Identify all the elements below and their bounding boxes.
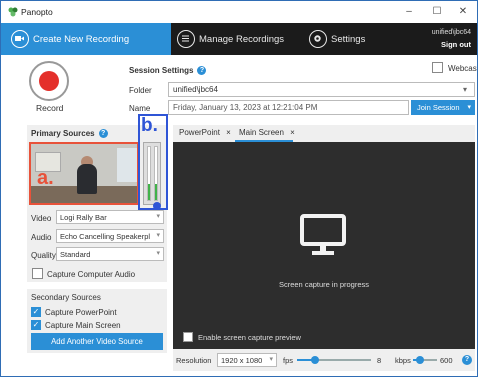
capture-main-screen-label: Capture Main Screen xyxy=(45,321,121,330)
fps-value: 8 xyxy=(377,356,382,365)
capture-main-screen-checkbox[interactable]: ✓ xyxy=(31,320,41,330)
add-video-source-button[interactable]: Add Another Video Source xyxy=(31,333,163,350)
tab-main-screen-label: Main Screen xyxy=(239,128,284,137)
folder-select[interactable]: unified\jbc64 ▾ xyxy=(168,82,475,97)
chevron-down-icon[interactable]: ▾ xyxy=(459,83,471,96)
preview-tabs: PowerPoint × Main Screen × xyxy=(173,125,475,142)
tab-main-screen[interactable]: Main Screen × xyxy=(239,128,295,137)
kbps-label: kbps xyxy=(395,356,411,365)
primary-sources-label: Primary Sources xyxy=(31,129,95,138)
fps-slider-thumb[interactable] xyxy=(311,356,319,364)
preview-window xyxy=(117,148,137,182)
sign-out-link[interactable]: Sign out xyxy=(441,40,471,49)
capture-status: Screen capture in progress xyxy=(278,280,370,289)
session-name-value: Friday, January 13, 2023 at 12:21:04 PM xyxy=(173,103,318,112)
close-icon[interactable]: × xyxy=(226,128,231,137)
nav-bar: Create New Recording Manage Recordings S… xyxy=(1,23,477,55)
folder-label: Folder xyxy=(129,86,152,95)
quality-label: Quality xyxy=(31,251,56,260)
folder-value: unified\jbc64 xyxy=(173,85,218,94)
monitor-icon xyxy=(300,214,346,255)
record-label: Record xyxy=(36,103,64,113)
quality-select[interactable]: Standard ▾ xyxy=(56,247,164,261)
audio-label: Audio xyxy=(31,233,52,242)
record-icon xyxy=(39,71,59,91)
screen-preview: Screen capture in progress Enable screen… xyxy=(173,142,475,349)
window-title: Panopto xyxy=(21,7,53,17)
session-settings-title: Session Settings? xyxy=(129,66,207,76)
capture-powerpoint-checkbox[interactable]: ✓ xyxy=(31,307,41,317)
capture-powerpoint-label: Capture PowerPoint xyxy=(45,308,117,317)
tab-create-new-recording[interactable]: Create New Recording xyxy=(1,23,171,55)
help-icon[interactable]: ? xyxy=(462,355,472,365)
capture-computer-audio-checkbox[interactable] xyxy=(32,268,43,279)
user-name: unified\jbc64 xyxy=(431,29,471,36)
resolution-value: 1920 x 1080 xyxy=(221,356,263,365)
video-label: Video xyxy=(31,214,52,223)
preview-person xyxy=(77,164,97,194)
info-icon[interactable]: ? xyxy=(197,66,207,76)
info-icon[interactable]: ? xyxy=(98,129,108,139)
enable-preview-label: Enable screen capture preview xyxy=(198,333,301,342)
record-button[interactable] xyxy=(29,61,69,101)
chevron-down-icon: ▾ xyxy=(156,250,160,257)
capture-settings-bar: Resolution 1920 x 1080 ▾ fps 8 kbps 600 … xyxy=(173,349,475,371)
primary-sources-title: Primary Sources? xyxy=(31,129,108,139)
resolution-select[interactable]: 1920 x 1080 ▾ xyxy=(217,353,277,367)
name-label: Name xyxy=(129,104,151,113)
tab-settings[interactable]: Settings xyxy=(309,23,365,55)
video-source-value: Logi Rally Bar xyxy=(60,213,107,222)
tab-create-label: Create New Recording xyxy=(33,33,130,45)
chevron-down-icon: ▾ xyxy=(269,356,273,363)
app-window: Panopto – ☐ ✕ Create New Recording Manag… xyxy=(0,0,478,377)
secondary-sources-title: Secondary Sources xyxy=(31,293,101,302)
tab-manage-label: Manage Recordings xyxy=(199,33,285,45)
chevron-down-icon: ▾ xyxy=(156,213,160,220)
video-camera-icon xyxy=(11,30,29,48)
kbps-slider-thumb[interactable] xyxy=(416,356,424,364)
annotation-b: b. xyxy=(141,115,158,136)
chevron-down-icon: ▾ xyxy=(156,232,160,239)
kbps-slider[interactable] xyxy=(413,356,437,364)
session-settings-label: Session Settings xyxy=(129,66,194,75)
capture-computer-audio-label: Capture Computer Audio xyxy=(47,270,136,279)
session-name-input[interactable]: Friday, January 13, 2023 at 12:21:04 PM xyxy=(168,100,409,115)
minimize-button[interactable]: – xyxy=(397,4,421,20)
audio-source-select[interactable]: Echo Cancelling Speakerpl ▾ xyxy=(56,229,164,243)
secondary-sources-panel: Secondary Sources ✓ Capture PowerPoint ✓… xyxy=(27,289,167,353)
video-preview: a. xyxy=(29,142,139,205)
join-session-label: Join Session xyxy=(417,103,460,112)
webcast-label: Webcast xyxy=(448,64,478,73)
panopto-logo-icon xyxy=(8,7,18,17)
tab-powerpoint-label: PowerPoint xyxy=(179,128,220,137)
enable-preview-checkbox[interactable] xyxy=(183,332,193,342)
audio-source-value: Echo Cancelling Speakerpl xyxy=(60,232,151,241)
tab-powerpoint[interactable]: PowerPoint × xyxy=(179,128,231,137)
close-icon[interactable]: × xyxy=(290,128,295,137)
tab-settings-label: Settings xyxy=(331,33,366,45)
video-source-select[interactable]: Logi Rally Bar ▾ xyxy=(56,210,164,224)
resolution-label: Resolution xyxy=(176,356,212,365)
quality-value: Standard xyxy=(60,250,91,259)
join-session-button[interactable]: Join Session ▾ xyxy=(411,100,475,115)
annotation-a: a. xyxy=(37,167,54,189)
webcast-checkbox[interactable] xyxy=(432,62,443,73)
fps-label: fps xyxy=(283,356,294,365)
meter-handle[interactable] xyxy=(153,202,161,210)
close-button[interactable]: ✕ xyxy=(451,4,475,20)
list-icon xyxy=(177,30,195,48)
title-bar: Panopto – ☐ ✕ xyxy=(1,1,477,23)
gear-icon xyxy=(309,30,327,48)
fps-slider[interactable] xyxy=(297,356,371,364)
tab-manage-recordings[interactable]: Manage Recordings xyxy=(177,23,284,55)
chevron-down-icon: ▾ xyxy=(467,104,471,111)
kbps-value: 600 xyxy=(440,356,453,365)
maximize-button[interactable]: ☐ xyxy=(425,4,449,20)
